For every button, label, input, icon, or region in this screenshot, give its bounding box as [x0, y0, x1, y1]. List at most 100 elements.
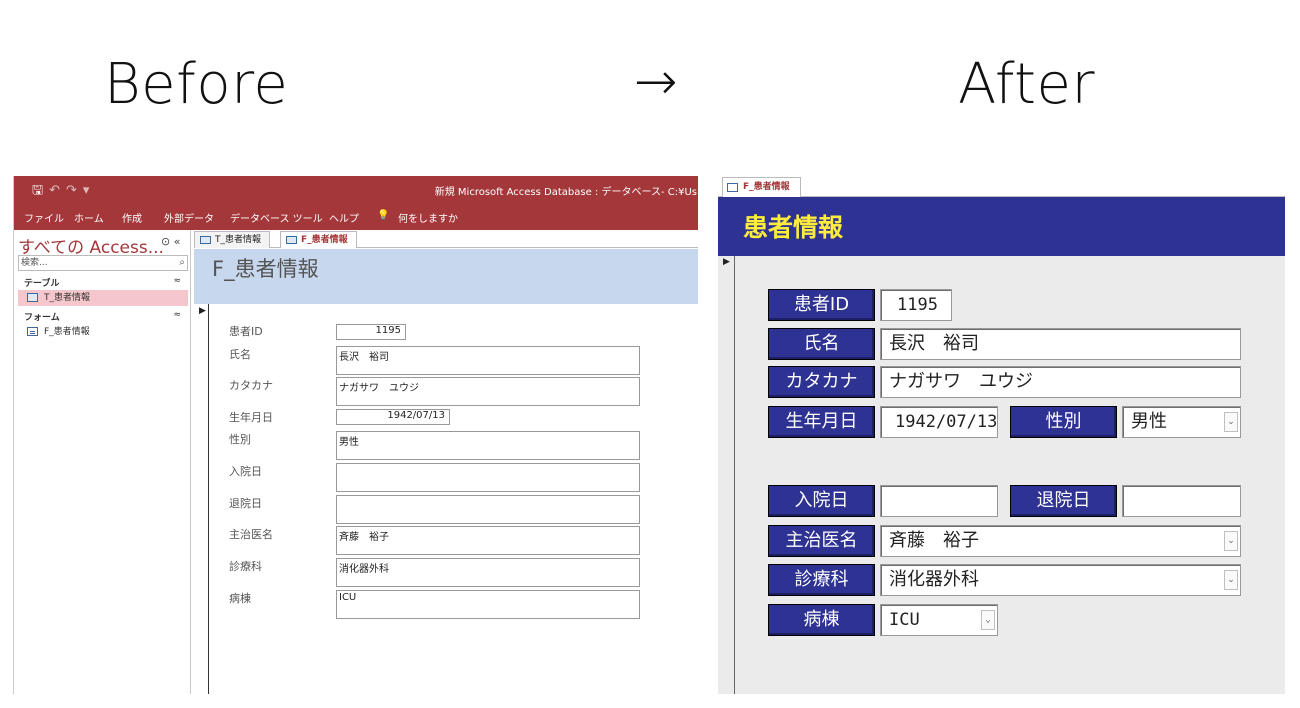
nav-search-placeholder: 検索...	[21, 258, 48, 268]
form-icon	[27, 327, 38, 336]
menu-database-tools[interactable]: データベース ツール	[230, 210, 323, 225]
field-ward-value: ICU	[889, 610, 920, 630]
field-birthdate[interactable]: 1942/07/13	[880, 406, 998, 438]
field-discharge-date[interactable]	[1122, 485, 1241, 517]
document-title: 新規 Microsoft Access Database : データベース- C…	[434, 187, 697, 198]
field-admission-date[interactable]	[336, 463, 640, 492]
tab-f-patient[interactable]: F_患者情報	[280, 231, 357, 248]
lightbulb-icon[interactable]: 💡	[377, 210, 389, 221]
menu-tell-me[interactable]: 何をしますか	[398, 210, 458, 225]
field-katakana[interactable]: ナガサワ ユウジ	[336, 377, 640, 406]
label-sex: 性別	[229, 433, 251, 446]
form-icon	[727, 183, 738, 192]
field-ward-select[interactable]: ICU ⌄	[880, 604, 998, 636]
after-screenshot: F_患者情報 患者情報 ▶ 患者ID 1195 氏名 長沢 裕司 カタカナ ナガ…	[718, 177, 1285, 694]
label-discharge-date: 退院日	[1010, 485, 1117, 517]
field-department-value: 消化器外科	[889, 569, 979, 590]
table-icon	[200, 236, 211, 244]
nav-pane-controls[interactable]: ⊙ «	[161, 235, 180, 248]
label-doctor: 主治医名	[229, 528, 273, 541]
field-patient-id[interactable]: 1195	[336, 324, 406, 340]
field-sex-value: 男性	[1131, 411, 1167, 432]
after-heading: After	[958, 52, 1095, 117]
field-sex-select[interactable]: 男性 ⌄	[1122, 406, 1241, 438]
field-name[interactable]: 長沢 裕司	[336, 346, 640, 375]
quick-access-toolbar: 🖫↶↷▾	[32, 181, 95, 203]
collapse-icon[interactable]: ≈	[173, 276, 181, 286]
chevron-down-icon[interactable]: ⌄	[1224, 412, 1238, 432]
title-bar: 🖫↶↷▾ 新規 Microsoft Access Database : データベ…	[14, 176, 698, 202]
save-icon[interactable]: 🖫	[32, 183, 49, 198]
label-department: 診療科	[229, 560, 262, 573]
nav-group-label: テーブル	[24, 279, 60, 289]
chevron-down-icon[interactable]: ⌄	[1224, 531, 1238, 551]
search-icon[interactable]: ⌕	[179, 256, 185, 270]
field-birthdate[interactable]: 1942/07/13	[336, 409, 450, 425]
tab-label: F_患者情報	[743, 182, 790, 192]
label-birthdate: 生年月日	[768, 406, 875, 438]
label-ward: 病棟	[768, 604, 875, 636]
nav-group-forms[interactable]: フォーム ≈	[24, 310, 189, 323]
field-ward[interactable]: ICU	[336, 590, 640, 619]
menu-file[interactable]: ファイル	[24, 210, 64, 225]
field-katakana[interactable]: ナガサワ ユウジ	[880, 366, 1241, 398]
form-icon	[286, 236, 297, 244]
document-tabs: T_患者情報 F_患者情報	[194, 231, 698, 248]
label-patient-id: 患者ID	[768, 289, 875, 321]
undo-icon[interactable]: ↶	[49, 183, 66, 198]
form-header: F_患者情報	[194, 249, 698, 304]
nav-item-t-patient[interactable]: T_患者情報	[18, 290, 188, 306]
collapse-icon[interactable]: ≈	[173, 310, 181, 320]
label-katakana: カタカナ	[768, 366, 875, 398]
ribbon-menu: ファイル ホーム 作成 外部データ データベース ツール ヘルプ 💡 何をします…	[14, 202, 698, 230]
field-doctor-value: 斉藤 裕子	[889, 530, 979, 551]
tab-label: F_患者情報	[301, 235, 348, 245]
nav-item-label: F_患者情報	[44, 327, 90, 337]
table-icon	[27, 293, 38, 302]
redo-icon[interactable]: ↷	[66, 183, 83, 198]
label-sex: 性別	[1010, 406, 1117, 438]
label-name: 氏名	[768, 328, 875, 360]
label-name: 氏名	[229, 348, 251, 361]
chevron-down-icon[interactable]: ⌄	[1224, 570, 1238, 590]
customize-icon[interactable]: ▾	[83, 183, 96, 198]
label-admission-date: 入院日	[229, 465, 262, 478]
record-pointer-icon: ▶	[723, 257, 730, 267]
field-department-select[interactable]: 消化器外科 ⌄	[880, 564, 1241, 596]
field-name[interactable]: 長沢 裕司	[880, 328, 1241, 360]
field-department[interactable]: 消化器外科	[336, 558, 640, 587]
menu-help[interactable]: ヘルプ	[329, 210, 359, 225]
field-sex[interactable]: 男性	[336, 431, 640, 460]
menu-create[interactable]: 作成	[122, 210, 142, 225]
field-admission-date[interactable]	[880, 485, 998, 517]
nav-item-f-patient[interactable]: F_患者情報	[18, 324, 188, 340]
nav-search-input[interactable]: 検索... ⌕	[18, 255, 188, 271]
field-discharge-date[interactable]	[336, 495, 640, 524]
nav-group-tables[interactable]: テーブル ≈	[24, 276, 189, 289]
nav-group-label: フォーム	[24, 313, 60, 323]
record-selector[interactable]: ▶	[718, 256, 735, 694]
field-doctor[interactable]: 斉藤 裕子	[336, 526, 640, 555]
label-discharge-date: 退院日	[229, 497, 262, 510]
navigation-pane: すべての Access... ⊙ « 検索... ⌕ テーブル ≈ T_患者情報…	[14, 230, 191, 694]
record-selector[interactable]: ▶	[194, 304, 209, 694]
field-patient-id[interactable]: 1195	[880, 289, 952, 321]
before-heading: Before	[104, 52, 289, 117]
record-pointer-icon: ▶	[199, 306, 206, 316]
arrow-heading: →	[634, 52, 679, 112]
menu-external-data[interactable]: 外部データ	[164, 210, 214, 225]
tab-t-patient[interactable]: T_患者情報	[194, 231, 270, 248]
label-doctor: 主治医名	[768, 525, 875, 557]
nav-item-label: T_患者情報	[44, 293, 90, 303]
chevron-down-icon[interactable]: ⌄	[981, 610, 995, 630]
tab-f-patient[interactable]: F_患者情報	[722, 177, 801, 197]
tab-label: T_患者情報	[215, 235, 261, 245]
label-department: 診療科	[768, 564, 875, 596]
menu-home[interactable]: ホーム	[74, 210, 104, 225]
label-patient-id: 患者ID	[229, 325, 263, 338]
form-title: F_患者情報	[212, 257, 319, 281]
label-birthdate: 生年月日	[229, 411, 273, 424]
label-admission-date: 入院日	[768, 485, 875, 517]
field-doctor-select[interactable]: 斉藤 裕子 ⌄	[880, 525, 1241, 557]
label-katakana: カタカナ	[229, 379, 273, 392]
